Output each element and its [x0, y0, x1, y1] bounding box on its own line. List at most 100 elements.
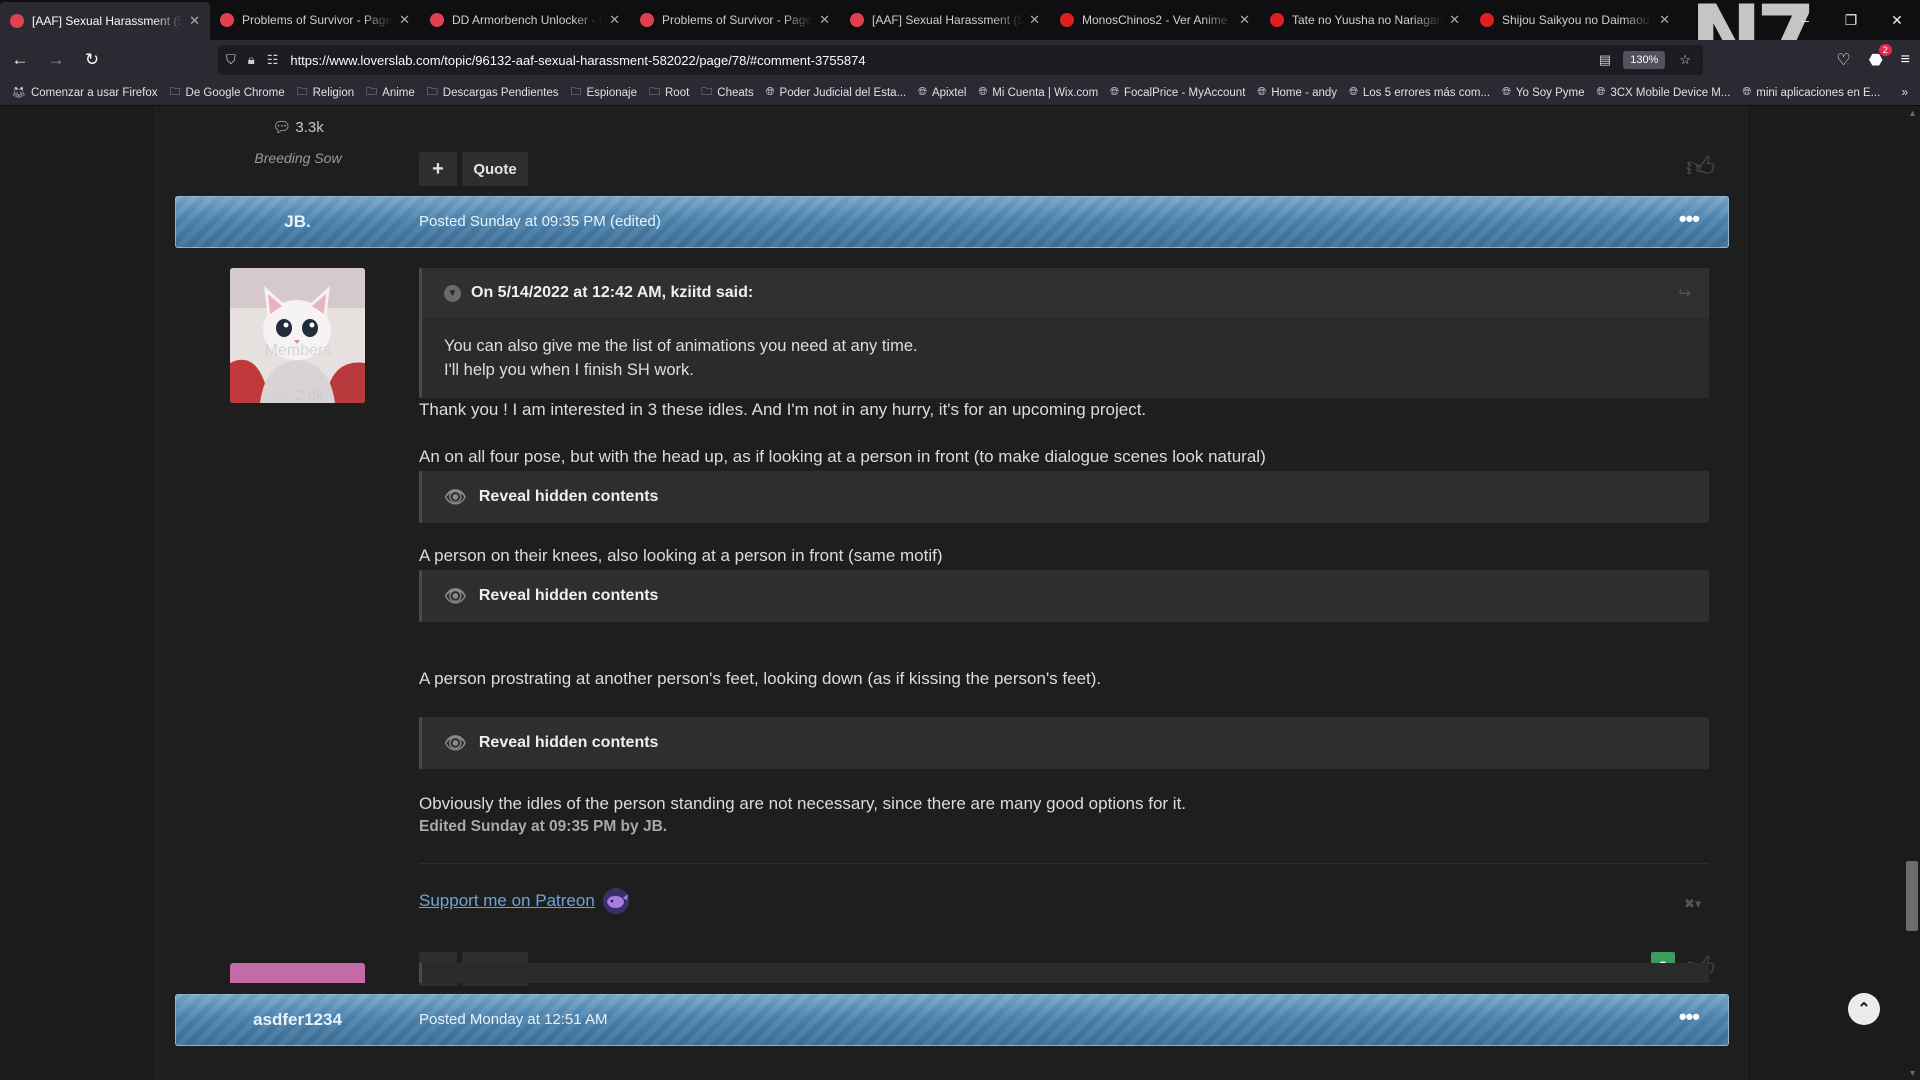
bookmark-item[interactable]: 🌐︎ Los 5 errores más com...: [1349, 86, 1490, 99]
next-post-author[interactable]: asdfer1234: [175, 1010, 420, 1030]
toolbar-right: ♡ ⬣ 2 ≡: [1836, 40, 1910, 80]
browser-tab[interactable]: Problems of Survivor - Page 30 ✕: [210, 0, 420, 40]
close-tab-icon[interactable]: ✕: [1239, 12, 1250, 28]
minimize-icon[interactable]: –: [1782, 0, 1828, 40]
folder-icon: 🗀: [649, 86, 660, 98]
quoted-message: ▼ On 5/14/2022 at 12:42 AM, kziitd said:…: [419, 268, 1709, 398]
bookmark-item[interactable]: 🌐︎ Yo Soy Pyme: [1502, 86, 1584, 99]
permissions-icon[interactable]: ☷: [267, 52, 279, 68]
browser-tab[interactable]: MonosChinos2 - Ver Anime Onl ✕: [1050, 0, 1260, 40]
url-bar[interactable]: ⛉ 🔒︎ ☷ https://www.loverslab.com/topic/9…: [218, 45, 1703, 75]
close-tab-icon[interactable]: ✕: [819, 12, 830, 28]
scroll-down-arrow-icon[interactable]: ▼: [1908, 1068, 1917, 1078]
bookmark-label: De Google Chrome: [185, 86, 285, 99]
bookmark-item[interactable]: 🗀 Cheats: [701, 83, 753, 102]
folder-icon: 🗀: [366, 86, 378, 98]
bookmark-label: mini aplicaciones en E...: [1756, 86, 1881, 99]
bookmark-item[interactable]: 🗀 Religion: [297, 83, 355, 102]
back-button[interactable]: ←: [4, 44, 36, 76]
scrollbar[interactable]: ▲ ▼: [1904, 106, 1920, 1080]
bookmark-item[interactable]: 🗀 Root: [649, 83, 689, 102]
browser-tab[interactable]: Tate no Yuusha no Nariagari Se ✕: [1260, 0, 1470, 40]
close-tab-icon[interactable]: ✕: [1449, 12, 1460, 28]
folder-icon: 🗀: [169, 86, 181, 98]
extension-icon[interactable]: ⬣ 2: [1869, 44, 1892, 70]
reveal-hidden-button[interactable]: 👁︎ Reveal hidden contents: [419, 570, 1709, 622]
scroll-to-top-button[interactable]: ⌃: [1848, 993, 1880, 1025]
close-tab-icon[interactable]: ✕: [1029, 12, 1040, 28]
reveal-hidden-button[interactable]: 👁︎ Reveal hidden contents: [419, 471, 1709, 523]
tab-bar: [AAF] Sexual Harassment (5/8/...✕Problem…: [0, 0, 1920, 80]
eye-icon: 👁︎: [444, 486, 467, 507]
next-quote-box: [419, 963, 1709, 983]
eye-icon: 👁︎: [444, 585, 467, 606]
forward-button[interactable]: →: [40, 44, 72, 76]
bookmark-label: Descargas Pendientes: [442, 86, 559, 99]
bookmark-item[interactable]: 🌐︎ Home - andy: [1257, 86, 1337, 99]
bookmark-item[interactable]: 🌐︎ FocalPrice - MyAccount: [1110, 86, 1245, 99]
close-tab-icon[interactable]: ✕: [399, 12, 410, 28]
lock-icon[interactable]: 🔒︎: [248, 52, 255, 68]
close-tab-icon[interactable]: ✕: [189, 13, 200, 29]
page-content: 💬︎ 3.3k Breeding Sow + Quote 👍︎ JB. Post…: [0, 106, 1920, 1080]
site-favicon-icon: [1060, 13, 1074, 27]
reveal-hidden-button[interactable]: 👁︎ Reveal hidden contents: [419, 717, 1709, 769]
signature-divider: [419, 863, 1709, 864]
bookmark-item[interactable]: 🌐︎ Poder Judicial del Esta...: [766, 86, 906, 99]
next-post-menu-button[interactable]: •••: [1679, 1004, 1700, 1030]
bookmark-item[interactable]: 🗀 Descargas Pendientes: [427, 83, 559, 102]
browser-tab[interactable]: Shijou Saikyou no Daimaou, M ✕: [1470, 0, 1680, 40]
quote-line: I'll help you when I finish SH work.: [444, 361, 694, 379]
chevron-down-icon[interactable]: ▼: [444, 284, 461, 302]
bookmark-star-icon[interactable]: ☆: [1679, 52, 1691, 68]
pocket-icon[interactable]: ♡: [1836, 50, 1850, 70]
reader-view-icon[interactable]: ▤: [1599, 52, 1611, 68]
close-window-icon[interactable]: ✕: [1874, 0, 1920, 40]
browser-tab[interactable]: Problems of Survivor - Page 30 ✕: [630, 0, 840, 40]
next-avatar[interactable]: [230, 963, 365, 983]
prev-multiquote-button[interactable]: +: [419, 152, 457, 186]
bookmark-item[interactable]: 🌐︎ 3CX Mobile Device M...: [1597, 86, 1731, 99]
menu-icon[interactable]: ≡: [1901, 51, 1910, 69]
share-icon[interactable]: ↪: [1678, 284, 1691, 302]
tab-title: Tate no Yuusha no Nariagari Se: [1292, 13, 1444, 27]
close-tab-icon[interactable]: ✕: [609, 12, 620, 28]
zoom-indicator[interactable]: 130%: [1623, 51, 1666, 69]
bookmark-label: Apixtel: [931, 86, 967, 99]
bookmark-item[interactable]: 🗀 De Google Chrome: [170, 83, 285, 102]
scrollbar-thumb[interactable]: [1906, 861, 1918, 931]
bookmark-label: Mi Cuenta | Wix.com: [992, 86, 1099, 99]
bookmarks-overflow-icon[interactable]: »: [1902, 87, 1908, 99]
reveal-label: Reveal hidden contents: [478, 488, 659, 505]
next-post-date[interactable]: Posted Monday at 12:51 AM: [419, 1011, 607, 1028]
edited-notice: Edited Sunday at 09:35 PM by JB.: [419, 818, 668, 835]
maximize-icon[interactable]: ❐: [1828, 0, 1874, 40]
prev-like-icon[interactable]: 👍︎: [1686, 150, 1715, 184]
prev-quote-button[interactable]: Quote: [462, 152, 528, 186]
bookmark-item[interactable]: 🌐︎ Apixtel: [918, 86, 966, 99]
reload-button[interactable]: ↻: [76, 44, 108, 76]
reveal-label: Reveal hidden contents: [478, 734, 659, 751]
close-tab-icon[interactable]: ✕: [1659, 12, 1670, 28]
whale-icon-graphic: [603, 888, 629, 914]
bookmark-item[interactable]: 🗀 Espionaje: [570, 83, 637, 102]
patreon-link[interactable]: Support me on Patreon: [419, 891, 595, 911]
shield-icon[interactable]: ⛉: [226, 52, 236, 68]
browser-tab[interactable]: [AAF] Sexual Harassment (5/8/... ✕: [0, 2, 210, 40]
browser-tab[interactable]: DD Armorbench Unlocker - Pag ✕: [420, 0, 630, 40]
prev-author-post-count: 💬︎ 3.3k: [230, 118, 366, 136]
bookmark-item[interactable]: 🌐︎ Mi Cuenta | Wix.com: [978, 86, 1098, 99]
bookmark-item[interactable]: 🦊︎ Comenzar a usar Firefox: [12, 86, 158, 100]
scroll-up-arrow-icon[interactable]: ▲: [1908, 108, 1917, 118]
post-author[interactable]: JB.: [175, 212, 420, 232]
browser-tab[interactable]: [AAF] Sexual Harassment (5/8/... ✕: [840, 0, 1050, 40]
bookmark-item[interactable]: 🗀 Anime: [366, 83, 415, 102]
avatar[interactable]: [230, 268, 365, 403]
post-menu-button[interactable]: •••: [1679, 206, 1700, 232]
prev-author-rank: Breeding Sow: [254, 150, 342, 166]
quote-citation[interactable]: ▼ On 5/14/2022 at 12:42 AM, kziitd said:: [422, 268, 1709, 318]
url-text[interactable]: https://www.loverslab.com/topic/96132-aa…: [290, 53, 1599, 68]
signature-hide-icon[interactable]: ✖▾: [1684, 896, 1701, 912]
post-date[interactable]: Posted Sunday at 09:35 PM (edited): [419, 213, 661, 230]
bookmark-item[interactable]: 🌐︎ mini aplicaciones en E...: [1742, 86, 1880, 99]
